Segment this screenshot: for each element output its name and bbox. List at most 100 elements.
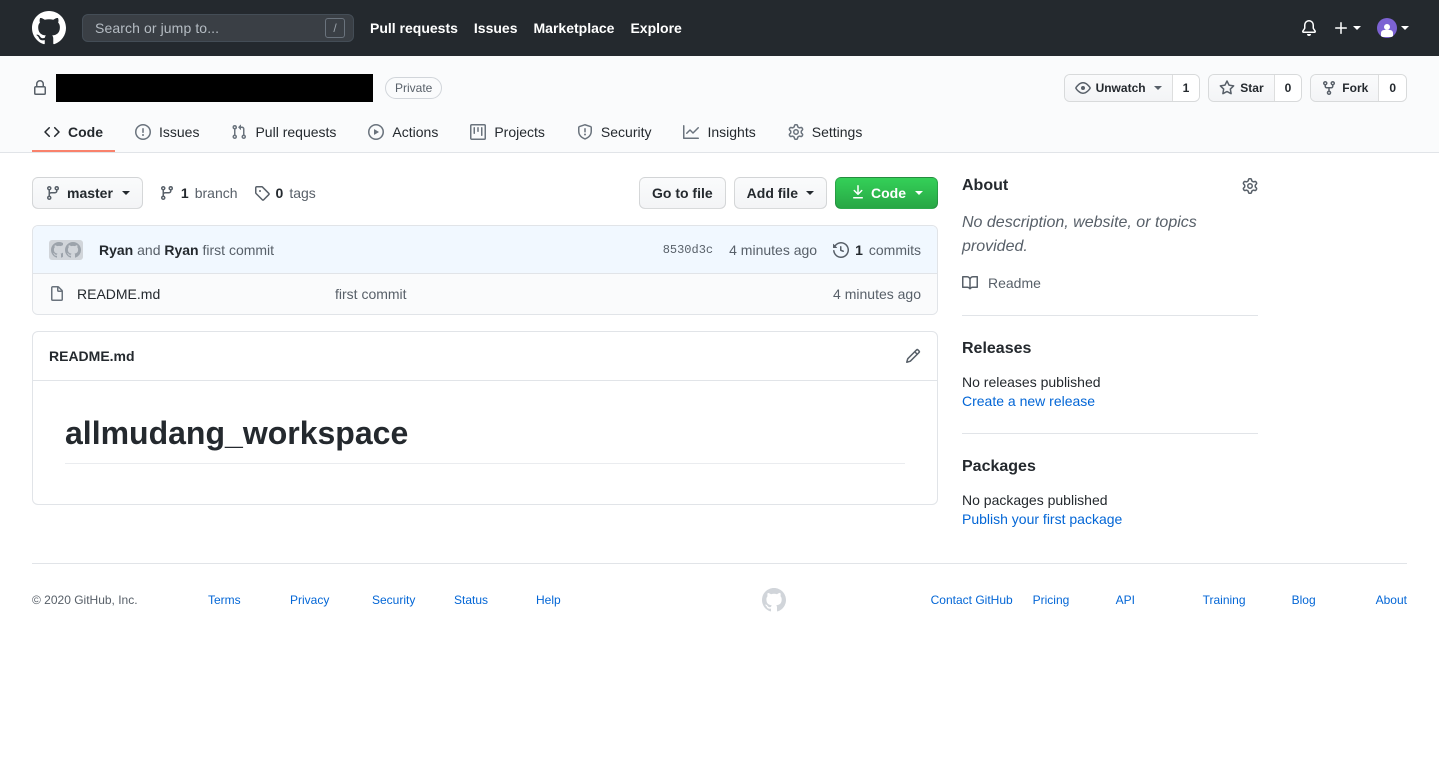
tab-settings[interactable]: Settings — [776, 116, 875, 152]
footer-link-api[interactable]: API — [1116, 593, 1203, 607]
footer-link-status[interactable]: Status — [454, 593, 536, 607]
footer-link-terms[interactable]: Terms — [208, 593, 290, 607]
commit-history-link[interactable]: 1 commits — [833, 242, 921, 258]
readme-content: allmudang_workspace — [33, 381, 937, 504]
account-menu[interactable] — [1377, 18, 1409, 38]
tab-projects-label: Projects — [494, 124, 545, 140]
tag-count-value: 0 — [275, 185, 284, 201]
tab-code-label: Code — [68, 124, 103, 140]
packages-section: Packages No packages published Publish y… — [962, 434, 1258, 527]
nav-marketplace[interactable]: Marketplace — [534, 20, 615, 36]
tab-projects[interactable]: Projects — [458, 116, 557, 152]
chevron-down-icon — [1401, 26, 1409, 30]
search-placeholder: Search or jump to... — [95, 20, 220, 36]
fork-button-group: Fork 0 — [1310, 74, 1407, 102]
footer-link-blog[interactable]: Blog — [1292, 593, 1376, 607]
readme-heading: allmudang_workspace — [65, 413, 905, 464]
gear-icon[interactable] — [1242, 178, 1258, 194]
go-to-file-button[interactable]: Go to file — [638, 177, 726, 209]
create-new-menu[interactable] — [1333, 20, 1361, 36]
tab-actions[interactable]: Actions — [356, 116, 450, 152]
main-column: master 1 branch 0 tags Go to file Add fi… — [32, 177, 938, 527]
commit-summary: Ryan and Ryan first commit — [99, 242, 274, 258]
commit-message[interactable]: first commit — [203, 242, 275, 258]
avatar — [1377, 18, 1397, 38]
repository-actions: Unwatch 1 Star 0 Fork 0 — [1063, 74, 1407, 102]
file-commit-message[interactable]: first commit — [335, 286, 833, 302]
nav-pull-requests[interactable]: Pull requests — [370, 20, 458, 36]
nav-issues[interactable]: Issues — [474, 20, 518, 36]
code-download-button[interactable]: Code — [835, 177, 938, 209]
branch-count-label: branch — [194, 185, 238, 201]
git-branch-icon — [159, 185, 175, 201]
issue-opened-icon — [135, 124, 151, 140]
releases-empty-text: No releases published — [962, 374, 1101, 390]
footer-link-pricing[interactable]: Pricing — [1033, 593, 1116, 607]
search-shortcut-badge: / — [325, 18, 345, 38]
releases-title: Releases — [962, 340, 1032, 357]
fork-count[interactable]: 0 — [1378, 75, 1406, 101]
footer-link-help[interactable]: Help — [536, 593, 618, 607]
footer-link-privacy[interactable]: Privacy — [290, 593, 372, 607]
tag-count[interactable]: 0 tags — [254, 185, 316, 201]
chevron-down-icon — [121, 191, 130, 195]
page-content: master 1 branch 0 tags Go to file Add fi… — [0, 153, 1439, 527]
footer-links-left: Terms Privacy Security Status Help — [208, 593, 618, 607]
table-row: README.md first commit 4 minutes ago — [33, 274, 937, 314]
star-button[interactable]: Star — [1209, 75, 1274, 101]
commits-count-label: commits — [868, 241, 921, 258]
sidebar: About No description, website, or topics… — [962, 177, 1258, 527]
unwatch-button[interactable]: Unwatch — [1064, 75, 1172, 101]
tab-code[interactable]: Code — [32, 116, 115, 152]
star-count[interactable]: 0 — [1273, 75, 1302, 101]
global-nav: Pull requests Issues Marketplace Explore — [370, 20, 682, 36]
commit-sha[interactable]: 8530d3c — [663, 243, 713, 257]
copyright: © 2020 GitHub, Inc. — [32, 593, 138, 607]
tab-insights[interactable]: Insights — [671, 116, 767, 152]
graph-icon — [683, 124, 700, 140]
branch-count[interactable]: 1 branch — [159, 185, 238, 201]
branch-selector[interactable]: master — [32, 177, 143, 209]
tab-security[interactable]: Security — [565, 116, 664, 152]
packages-empty-text: No packages published — [962, 492, 1108, 508]
commit-author-avatars — [49, 239, 83, 260]
unwatch-label: Unwatch — [1095, 81, 1146, 95]
tag-count-label: tags — [289, 185, 316, 201]
commit-author[interactable]: Ryan — [99, 242, 133, 258]
code-toolbar: master 1 branch 0 tags Go to file Add fi… — [32, 177, 938, 209]
avatar[interactable] — [63, 239, 83, 260]
footer-link-about[interactable]: About — [1376, 593, 1407, 607]
create-release-link[interactable]: Create a new release — [962, 393, 1258, 409]
git-branch-icon — [45, 185, 61, 201]
plus-icon — [1333, 20, 1349, 36]
page-title[interactable] — [56, 74, 373, 102]
add-file-button[interactable]: Add file — [733, 177, 827, 209]
search-input[interactable]: Search or jump to... / — [82, 14, 354, 42]
commit-coauthor[interactable]: Ryan — [164, 242, 198, 258]
watch-count[interactable]: 1 — [1171, 75, 1200, 101]
pencil-icon[interactable] — [905, 348, 921, 364]
footer-link-security[interactable]: Security — [372, 593, 454, 607]
lock-icon — [32, 80, 48, 96]
github-logo-icon[interactable] — [32, 11, 66, 45]
about-title: About — [962, 177, 1009, 194]
latest-commit-row: Ryan and Ryan first commit 8530d3c 4 min… — [33, 226, 937, 274]
global-header-actions — [1301, 18, 1423, 38]
tab-issues[interactable]: Issues — [123, 116, 211, 152]
bell-icon[interactable] — [1301, 20, 1317, 36]
branch-name: master — [67, 185, 113, 201]
tag-icon — [254, 185, 270, 201]
footer-link-contact-github[interactable]: Contact GitHub — [931, 593, 1033, 607]
fork-button[interactable]: Fork — [1311, 75, 1379, 101]
github-mark-icon[interactable] — [762, 588, 787, 612]
readme-link[interactable]: Readme — [962, 275, 1258, 291]
file-actions: Go to file Add file Code — [638, 177, 938, 209]
star-button-group: Star 0 — [1208, 74, 1303, 102]
file-name[interactable]: README.md — [77, 286, 335, 302]
nav-explore[interactable]: Explore — [630, 20, 681, 36]
tab-pull-requests[interactable]: Pull requests — [219, 116, 348, 152]
footer-links-right: Contact GitHub Pricing API Training Blog… — [931, 593, 1407, 607]
star-icon — [1219, 80, 1235, 96]
publish-package-link[interactable]: Publish your first package — [962, 511, 1258, 527]
footer-link-training[interactable]: Training — [1203, 593, 1292, 607]
